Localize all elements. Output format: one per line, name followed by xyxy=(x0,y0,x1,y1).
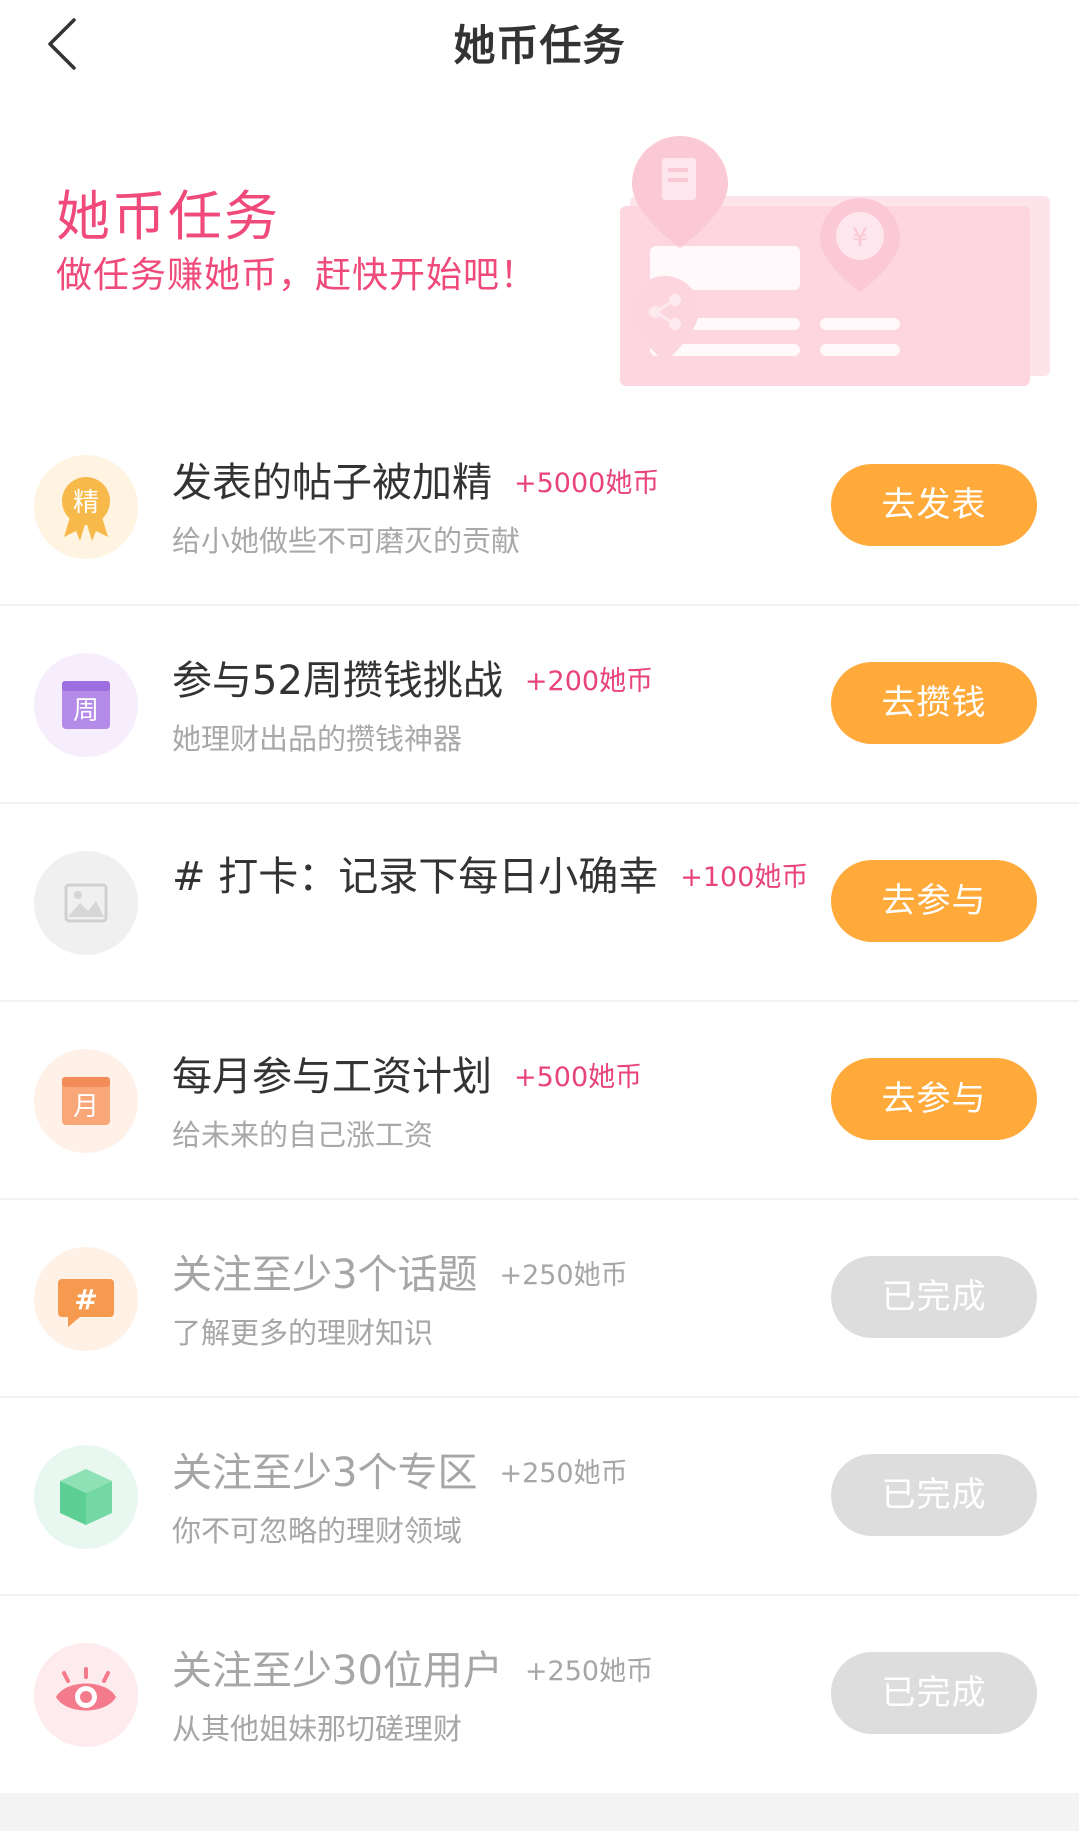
go-save-button[interactable]: 去攒钱 xyxy=(831,662,1037,744)
jing-medal-icon: 精 xyxy=(34,455,138,559)
task-title: 发表的帖子被加精 +5000她币 xyxy=(172,450,659,508)
task-banner: 她币任务 做任务赚她币，赶快开始吧！ ¥ xyxy=(0,96,1079,426)
share-pin-icon xyxy=(631,276,699,362)
task-row: # 关注至少3个话题 +250她币 了解更多的理财知识 已完成 xyxy=(0,1200,1079,1398)
task-description: 她理财出品的攒钱神器 xyxy=(172,722,463,756)
svg-text:周: 周 xyxy=(73,696,99,726)
svg-text:月: 月 xyxy=(73,1092,99,1122)
task-description: 了解更多的理财知识 xyxy=(172,1316,434,1350)
page-title: 她币任务 xyxy=(453,21,626,70)
go-publish-button[interactable]: 去发表 xyxy=(831,464,1037,546)
task-reward: +500她币 xyxy=(514,1062,643,1093)
task-title-text: 关注至少3个话题 xyxy=(172,1252,478,1298)
task-description: 你不可忽略的理财领域 xyxy=(172,1514,463,1548)
svg-text:¥: ¥ xyxy=(852,223,869,253)
completed-button[interactable]: 已完成 xyxy=(831,1256,1037,1338)
task-row: 关注至少3个专区 +250她币 你不可忽略的理财领域 已完成 xyxy=(0,1398,1079,1596)
task-row: 周 参与52周攒钱挑战 +200她币 她理财出品的攒钱神器 去攒钱 xyxy=(0,606,1079,804)
task-title-text: 参与52周攒钱挑战 xyxy=(172,658,503,704)
task-title-text: 每月参与工资计划 xyxy=(172,1054,492,1100)
task-title-text: # 打卡：记录下每日小确幸 xyxy=(172,854,659,900)
task-reward: +200她币 xyxy=(524,666,654,697)
banner-title: 她币任务 xyxy=(56,185,280,248)
task-row: 精 发表的帖子被加精 +5000她币 给小她做些不可磨灭的贡献 去发表 xyxy=(0,408,1079,606)
task-description: 给未来的自己涨工资 xyxy=(172,1118,434,1152)
task-title: 关注至少3个话题 +250她币 xyxy=(172,1242,628,1300)
go-join-button[interactable]: 去参与 xyxy=(831,860,1037,942)
task-row: 关注至少30位用户 +250她币 从其他姐妹那切磋理财 已完成 xyxy=(0,1596,1079,1794)
cube-icon xyxy=(34,1445,138,1549)
go-join-salary-button[interactable]: 去参与 xyxy=(831,1058,1037,1140)
task-title-text: 关注至少30位用户 xyxy=(172,1648,503,1694)
task-title: 每月参与工资计划 +500她币 xyxy=(172,1044,642,1102)
svg-text:精: 精 xyxy=(73,488,99,518)
completed-button[interactable]: 已完成 xyxy=(831,1454,1037,1536)
task-reward: +250她币 xyxy=(499,1458,628,1489)
task-reward: +100她币 xyxy=(680,862,809,893)
task-description: 给小她做些不可磨灭的贡献 xyxy=(172,524,521,558)
task-title-text: 关注至少3个专区 xyxy=(172,1450,478,1496)
task-title: # 打卡：记录下每日小确幸 +100她币 xyxy=(172,844,808,902)
task-title: 关注至少30位用户 +250她币 xyxy=(172,1638,653,1696)
hashtag-bubble-icon: # xyxy=(34,1247,138,1351)
task-reward: +250她币 xyxy=(499,1260,628,1291)
yue-calendar-icon: 月 xyxy=(34,1049,138,1153)
task-description: 从其他姐妹那切磋理财 xyxy=(172,1712,463,1746)
completed-button[interactable]: 已完成 xyxy=(831,1652,1037,1734)
task-list: 精 发表的帖子被加精 +5000她币 给小她做些不可磨灭的贡献 去发表 周 参与5… xyxy=(0,408,1079,1794)
image-placeholder-icon xyxy=(34,851,138,955)
task-row: # 打卡：记录下每日小确幸 +100她币 去参与 xyxy=(0,804,1079,1002)
task-title: 参与52周攒钱挑战 +200她币 xyxy=(172,648,653,706)
task-row: 月 每月参与工资计划 +500她币 给未来的自己涨工资 去参与 xyxy=(0,1002,1079,1200)
nav-bar: 她币任务 xyxy=(0,0,1079,96)
footer-strip xyxy=(0,1793,1079,1831)
banner-subtitle: 做任务赚她币，赶快开始吧！ xyxy=(56,255,538,296)
task-reward: +5000她币 xyxy=(514,468,660,499)
zhou-calendar-icon: 周 xyxy=(34,653,138,757)
task-reward: +250她币 xyxy=(524,1656,654,1687)
svg-text:#: # xyxy=(74,1283,97,1316)
task-title-text: 发表的帖子被加精 xyxy=(172,460,492,506)
eye-user-icon xyxy=(34,1643,138,1747)
task-title: 关注至少3个专区 +250她币 xyxy=(172,1440,628,1498)
